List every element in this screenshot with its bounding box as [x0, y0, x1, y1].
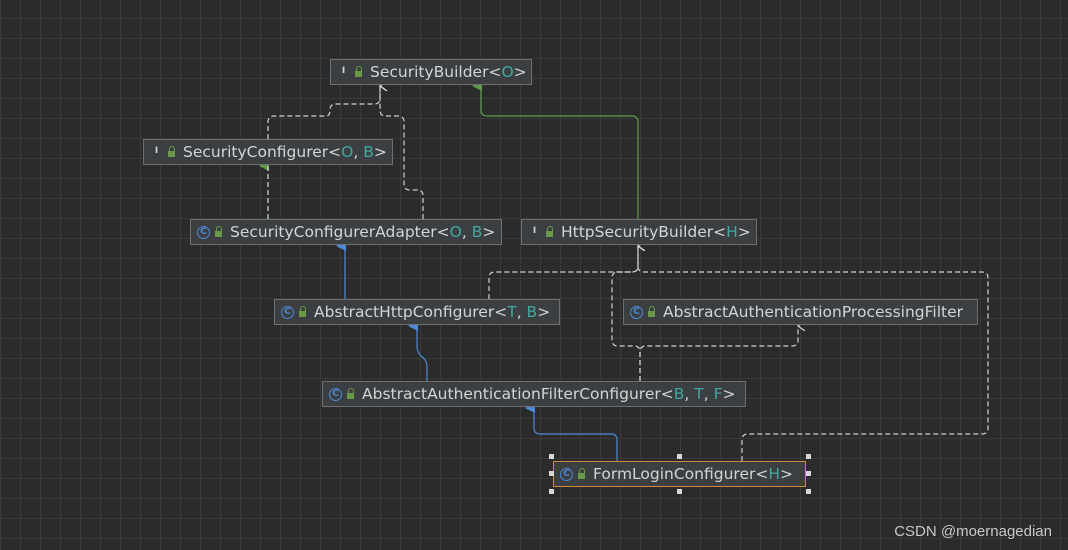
class-icon: C — [197, 225, 210, 239]
lock-icon — [347, 388, 354, 399]
selection-handle[interactable] — [806, 454, 811, 459]
lock-icon — [215, 226, 222, 237]
type-param: B — [673, 385, 685, 403]
interface-icon: I — [341, 65, 346, 76]
selection-handle[interactable] — [549, 454, 554, 459]
node-security-configurer-adapter[interactable]: C SecurityConfigurerAdapter < O, B > — [190, 219, 502, 245]
node-form-login-configurer[interactable]: C FormLoginConfigurer < H > — [553, 461, 806, 487]
node-abstract-http-configurer[interactable]: C AbstractHttpConfigurer < T, B > — [274, 299, 560, 325]
node-label: AbstractAuthenticationFilterConfigurer — [362, 385, 661, 403]
interface-icon: I — [154, 145, 159, 156]
lock-icon — [168, 146, 175, 157]
type-param: O — [341, 143, 354, 161]
node-label: AbstractHttpConfigurer — [314, 303, 495, 321]
type-param: O — [501, 63, 514, 81]
selection-handle[interactable] — [806, 489, 811, 494]
lock-icon — [648, 306, 655, 317]
node-security-configurer[interactable]: I SecurityConfigurer < O, B > — [143, 139, 393, 165]
type-param: H — [768, 465, 781, 483]
watermark: CSDN @moernagedian — [894, 523, 1052, 540]
class-icon: C — [630, 305, 643, 319]
type-param: B — [471, 223, 483, 241]
node-label: FormLoginConfigurer — [593, 465, 756, 483]
type-param: F — [713, 385, 723, 403]
extends-edge — [525, 403, 618, 461]
lock-icon — [578, 468, 585, 479]
extends-interface-edge — [472, 81, 639, 219]
selection-handle[interactable] — [549, 471, 554, 476]
class-icon: C — [329, 387, 342, 401]
extends-edge — [408, 321, 428, 381]
class-icon: C — [281, 305, 294, 319]
class-icon: C — [560, 467, 573, 481]
type-param: B — [363, 143, 374, 161]
lock-icon — [546, 226, 553, 237]
selection-handle[interactable] — [677, 454, 682, 459]
selection-handle[interactable] — [677, 489, 682, 494]
lock-icon — [299, 306, 306, 317]
type-param: T — [507, 303, 517, 321]
type-param: O — [449, 223, 462, 241]
dependency-edge — [488, 246, 638, 299]
type-param: T — [694, 385, 704, 403]
interface-icon: I — [532, 225, 537, 236]
node-label: SecurityConfigurerAdapter — [230, 223, 437, 241]
dependency-edge — [639, 326, 798, 381]
node-abstract-authentication-filter-configurer[interactable]: C AbstractAuthenticationFilterConfigurer… — [322, 381, 746, 407]
node-label: SecurityConfigurer — [183, 143, 329, 161]
node-label: HttpSecurityBuilder — [561, 223, 714, 241]
selection-handle[interactable] — [806, 471, 811, 476]
type-param: H — [726, 223, 738, 241]
node-abstract-authentication-processing-filter[interactable]: C AbstractAuthenticationProcessingFilter — [623, 299, 978, 325]
lock-icon — [355, 66, 362, 77]
node-http-security-builder[interactable]: I HttpSecurityBuilder < H > — [521, 219, 757, 245]
selection-handle[interactable] — [549, 489, 554, 494]
type-param: B — [526, 303, 538, 321]
dependency-edge — [638, 246, 989, 461]
node-security-builder[interactable]: I SecurityBuilder < O > — [330, 59, 532, 85]
edge-layer — [259, 81, 989, 461]
node-label: AbstractAuthenticationProcessingFilter — [663, 303, 964, 321]
node-label: SecurityBuilder — [370, 63, 489, 81]
